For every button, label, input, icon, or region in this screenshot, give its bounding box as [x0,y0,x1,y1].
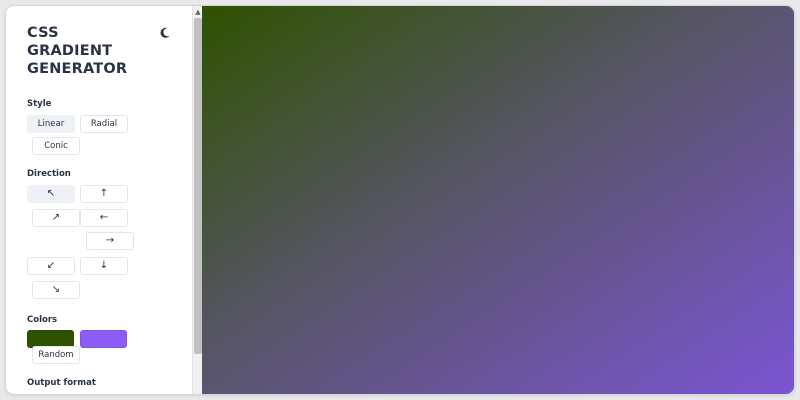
style-radial-button[interactable]: Radial [80,115,128,133]
direction-left-button[interactable]: ← [80,209,128,227]
style-radial-label: Radial [90,119,118,129]
title-line-2: GRADIENT [27,43,113,59]
color-stop-2-swatch[interactable] [80,330,127,348]
direction-top-right-button[interactable]: ↗ [32,209,80,227]
moon-icon[interactable] [158,25,172,39]
arrow-down-right-icon: ↘ [51,284,61,295]
arrow-down-icon: ↓ [99,260,109,271]
direction-bottom-button[interactable]: ↓ [80,257,128,275]
direction-bottom-left-button[interactable]: ↙ [27,257,75,275]
random-label: Random [38,350,74,360]
title-line-1: CSS [27,25,59,41]
style-label: Style [27,99,52,109]
arrow-left-icon: ← [99,212,109,223]
colors-label: Colors [27,315,58,325]
direction-label: Direction [27,169,71,179]
direction-right-button[interactable]: → [86,232,134,250]
gradient-preview [202,6,794,394]
title-line-3: GENERATOR [27,61,128,77]
output-format-label: Output format [27,378,96,388]
random-button[interactable]: Random [32,346,80,364]
style-conic-label: Conic [44,141,68,151]
sidebar: CSS GRADIENT GENERATOR Style Linear Radi… [6,6,192,394]
arrow-up-left-icon: ↖ [46,188,56,199]
direction-bottom-right-button[interactable]: ↘ [32,281,80,299]
arrow-up-right-icon: ↗ [51,212,61,223]
arrow-up-icon: ↑ [99,188,109,199]
arrow-right-icon: → [105,235,115,246]
style-linear-label: Linear [37,119,65,129]
app-window: CSS GRADIENT GENERATOR Style Linear Radi… [6,6,794,394]
arrow-down-left-icon: ↙ [46,260,56,271]
scroll-thumb[interactable] [194,18,202,354]
style-conic-button[interactable]: Conic [32,137,80,155]
style-linear-button[interactable]: Linear [27,115,75,133]
page-title: CSS GRADIENT GENERATOR [27,24,147,78]
direction-top-left-button[interactable]: ↖ [27,185,75,203]
sidebar-scrollbar[interactable]: ▲ [192,6,202,394]
direction-top-button[interactable]: ↑ [80,185,128,203]
